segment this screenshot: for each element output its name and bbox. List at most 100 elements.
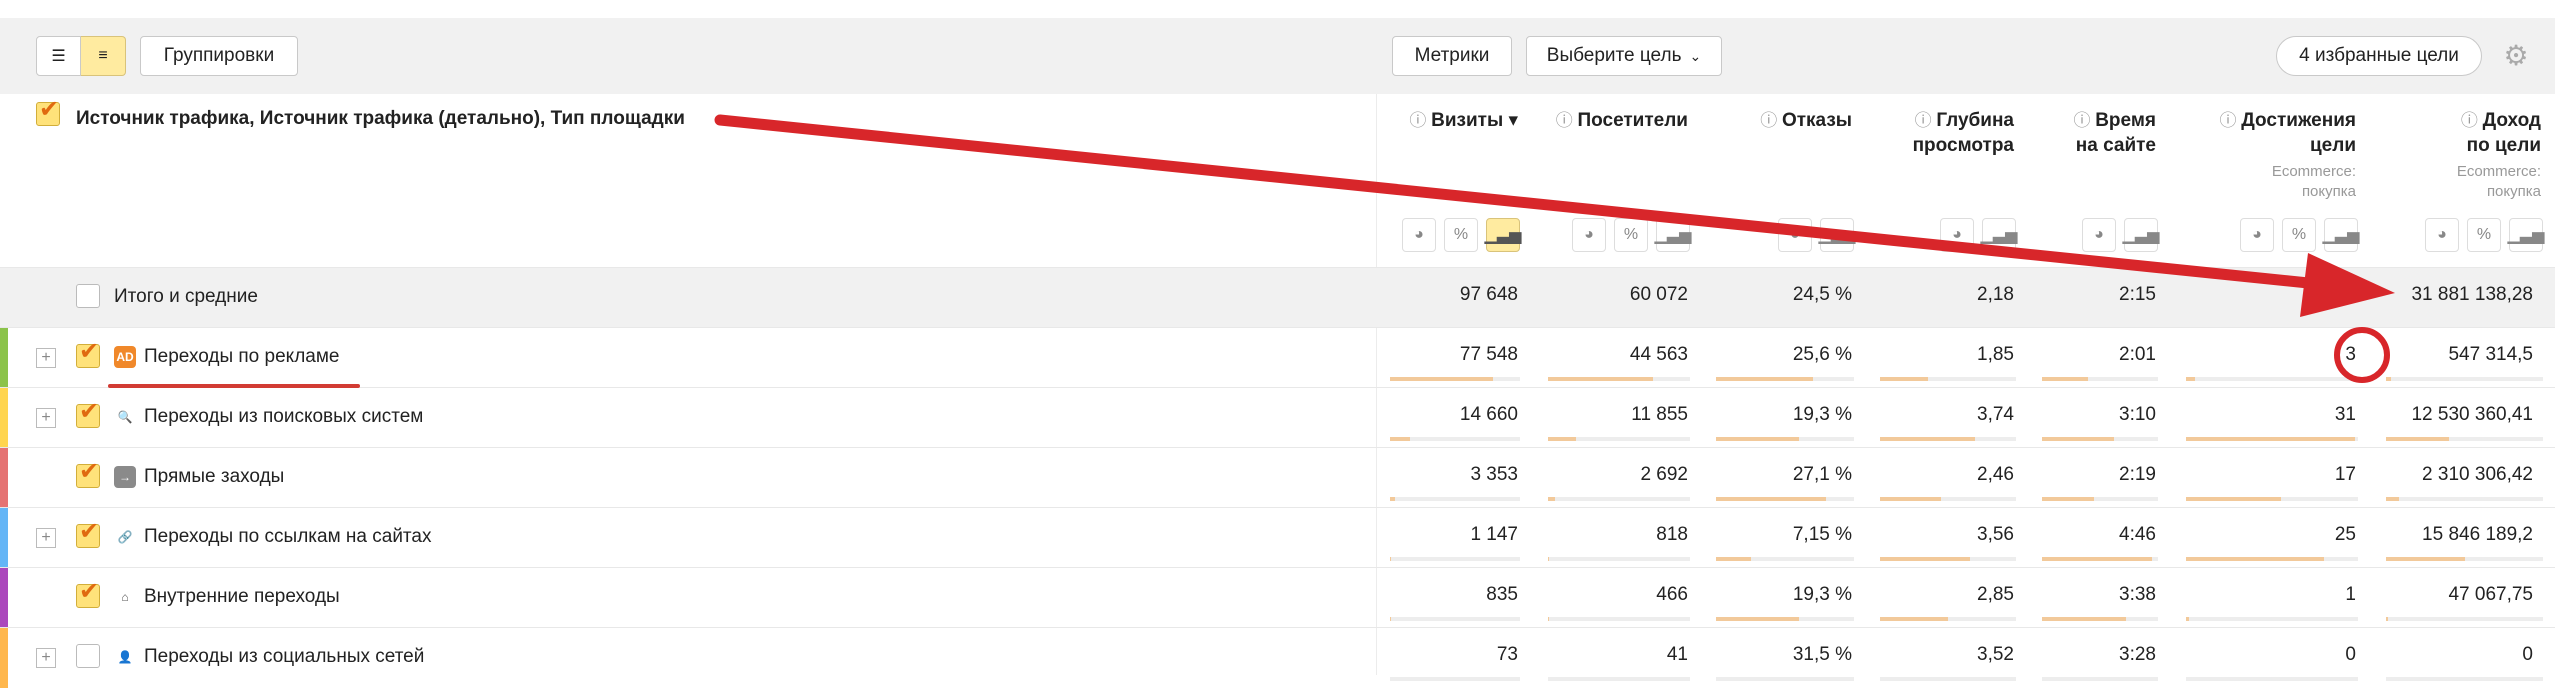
row-label[interactable]: Итого и средние — [114, 286, 258, 308]
annotation-circle — [2334, 327, 2390, 383]
metric-bar-track — [1390, 557, 1520, 561]
cell-visitors: 2 692 — [1640, 464, 1688, 485]
cell-revenue: 15 846 189,2 — [2422, 524, 2533, 545]
bar-chart-icon[interactable]: ▁▃▅ — [1819, 218, 1855, 252]
metric-bar — [2386, 557, 2465, 561]
table-row[interactable]: + 🔍 Переходы из поисковых систем 14 660 11 8… — [0, 387, 2555, 448]
info-icon[interactable]: ⓘ — [2220, 111, 2242, 130]
pie-chart-icon[interactable]: ◕ — [2082, 218, 2116, 252]
view-mode-icons: ◕ ▁▃▅ — [2082, 218, 2159, 252]
metric-bar — [1548, 437, 1576, 441]
column-visitors[interactable]: ⓘ Посетители ◕ % ▁▃▅ — [1532, 94, 1702, 267]
expand-icon[interactable]: + — [36, 408, 56, 428]
row-color-marker — [0, 448, 8, 508]
cell-visitors: 60 072 — [1629, 284, 1688, 305]
metric-bar-track — [1390, 677, 1520, 681]
row-label[interactable]: Переходы по ссылкам на сайтах — [144, 526, 432, 548]
row-label[interactable]: Переходы по рекламе — [144, 346, 339, 368]
percent-icon[interactable]: % — [1444, 218, 1478, 252]
metric-bar — [1390, 377, 1493, 381]
table-row[interactable]: + 👤 Переходы из социальных сетей 73 41 31,5 %… — [0, 627, 2555, 688]
metrics-button[interactable]: Метрики — [1392, 36, 1512, 76]
column-goals[interactable]: ⓘ Достижения цели Ecommerce: покупка ◕ % … — [2170, 94, 2370, 267]
table-row[interactable]: ⌂ Внутренние переходы 835 466 19,3 % 2,85 3:38… — [0, 567, 2555, 628]
annotation-underline — [108, 384, 360, 388]
row-label[interactable]: Переходы из социальных сетей — [144, 646, 424, 668]
pie-chart-icon[interactable]: ◕ — [2425, 218, 2459, 252]
metric-bar — [2386, 617, 2388, 621]
table-row[interactable]: + AD Переходы по рекламе 77 548 44 563 25,6 %… — [0, 327, 2555, 388]
cell-goals: 31 — [2334, 404, 2356, 425]
bar-chart-icon[interactable]: ▁▃▅ — [1485, 218, 1521, 252]
bar-chart-icon[interactable]: ▁▃▅ — [2323, 218, 2359, 252]
home-icon: ⌂ — [121, 590, 129, 604]
row-label[interactable]: Прямые заходы — [144, 466, 284, 488]
dimension-checkbox[interactable] — [36, 95, 60, 126]
percent-icon[interactable]: % — [1614, 218, 1648, 252]
metric-bar — [1390, 497, 1395, 501]
row-checkbox[interactable] — [76, 397, 100, 428]
expand-icon[interactable]: + — [36, 528, 56, 548]
metric-bar — [1548, 497, 1555, 501]
expand-icon[interactable]: + — [36, 648, 56, 668]
bar-chart-icon[interactable]: ▁▃▅ — [2508, 218, 2544, 252]
cell-depth: 3,56 — [1977, 524, 2014, 545]
column-time[interactable]: ⓘ Время на сайте ◕ ▁▃▅ — [2028, 94, 2170, 267]
cell-goals: 0 — [2345, 644, 2356, 665]
goal-subtitle: Ecommerce: — [2271, 163, 2356, 180]
info-icon[interactable]: ⓘ — [1409, 111, 1431, 130]
row-checkbox[interactable] — [76, 644, 100, 668]
view-mode-icons: ◕ % ▁▃▅ — [1572, 218, 1691, 252]
column-bounce[interactable]: ⓘ Отказы ◕ ▁▃▅ — [1702, 94, 1866, 267]
table-row[interactable]: + 🔗 Переходы по ссылкам на сайтах 1 147 818 7… — [0, 507, 2555, 568]
metric-bar — [2042, 437, 2114, 441]
pie-chart-icon[interactable]: ◕ — [1940, 218, 1974, 252]
totals-row[interactable]: Итого и средние 97 648 60 072 24,5 % 2,18 2:1… — [0, 267, 2555, 327]
metric-bar — [2386, 377, 2391, 381]
bar-chart-icon[interactable]: ▁▃▅ — [2123, 218, 2159, 252]
metric-bar-track — [1548, 617, 1690, 621]
info-icon[interactable]: ⓘ — [1915, 111, 1937, 130]
groupings-button[interactable]: Группировки — [140, 36, 298, 76]
metric-bar-track — [2186, 377, 2358, 381]
goal-select[interactable]: Выберите цель ⌄ — [1526, 36, 1722, 76]
row-label[interactable]: Внутренние переходы — [144, 586, 340, 608]
tree-view-icon[interactable]: ≡ — [81, 36, 126, 76]
favorite-goals-button[interactable]: 4 избранные цели — [2276, 36, 2482, 76]
percent-icon[interactable]: % — [2467, 218, 2501, 252]
info-icon[interactable]: ⓘ — [2073, 111, 2095, 130]
row-checkbox[interactable] — [76, 337, 100, 368]
row-checkbox[interactable] — [76, 284, 100, 308]
cell-visitors: 11 855 — [1631, 404, 1688, 425]
pie-chart-icon[interactable]: ◕ — [1572, 218, 1606, 252]
column-depth[interactable]: ⓘ Глубина просмотра ◕ ▁▃▅ — [1866, 94, 2028, 267]
info-icon[interactable]: ⓘ — [1760, 111, 1782, 130]
row-color-marker — [0, 568, 8, 628]
cell-revenue: 0 — [2522, 644, 2533, 665]
pie-chart-icon[interactable]: ◕ — [1778, 218, 1812, 252]
view-mode-icons: ◕ % ▁▃▅ — [2240, 218, 2359, 252]
pie-chart-icon[interactable]: ◕ — [2240, 218, 2274, 252]
cell-visits: 1 147 — [1470, 524, 1518, 545]
row-checkbox[interactable] — [76, 577, 100, 608]
pie-chart-icon[interactable]: ◕ — [1402, 218, 1436, 252]
bar-chart-icon[interactable]: ▁▃▅ — [1981, 218, 2017, 252]
cell-visitors: 818 — [1656, 524, 1688, 545]
percent-icon[interactable]: % — [2282, 218, 2316, 252]
row-checkbox[interactable] — [76, 517, 100, 548]
cell-goals: 1 — [2345, 584, 2356, 605]
info-icon[interactable]: ⓘ — [1556, 111, 1578, 130]
cell-goals: 17 — [2334, 464, 2356, 485]
row-checkbox[interactable] — [76, 457, 100, 488]
info-icon[interactable]: ⓘ — [2461, 111, 2483, 130]
column-visits[interactable]: ⓘ Визиты ▾ ◕ % ▁▃▅ — [1376, 94, 1532, 267]
column-revenue[interactable]: ⓘ Доход по цели Ecommerce: покупка ◕ % ▁▃… — [2370, 94, 2555, 267]
bar-chart-icon[interactable]: ▁▃▅ — [1655, 218, 1691, 252]
row-label[interactable]: Переходы из поисковых систем — [144, 406, 423, 428]
list-view-icon[interactable]: ☰ — [36, 36, 81, 76]
gear-icon[interactable]: ⚙ — [2500, 40, 2532, 72]
metric-bar — [1548, 557, 1549, 561]
metric-bar — [1880, 497, 1941, 501]
expand-icon[interactable]: + — [36, 348, 56, 368]
table-row[interactable]: → Прямые заходы 3 353 2 692 27,1 % 2,46 2:19 17… — [0, 447, 2555, 508]
